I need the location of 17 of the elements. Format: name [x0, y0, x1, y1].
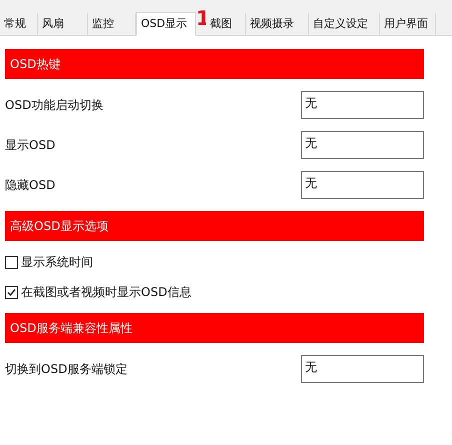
section-header: OSD服务端兼容性属性	[5, 313, 424, 343]
field-label: 切换到OSD服务端锁定	[5, 361, 128, 378]
section-header: OSD热键	[5, 49, 424, 79]
checkbox[interactable]	[5, 256, 18, 268]
hotkey-field[interactable]: 无	[301, 355, 424, 383]
hotkey-field[interactable]: 无	[301, 131, 424, 159]
field-label: 显示OSD	[5, 137, 56, 154]
field-label: OSD功能启动切换	[5, 97, 104, 114]
checkbox-label: 在截图或者视频时显示OSD信息	[21, 284, 192, 301]
tab[interactable]: OSD显示	[136, 12, 196, 36]
hotkey-field[interactable]: 无	[301, 91, 424, 119]
checkbox[interactable]	[5, 286, 18, 298]
section-header: 高级OSD显示选项	[5, 211, 424, 241]
field-label: 隐藏OSD	[5, 177, 56, 194]
checkbox-label: 显示系统时间	[21, 254, 93, 271]
hotkey-field[interactable]: 无	[301, 171, 424, 199]
tab[interactable]: 截图	[206, 13, 246, 35]
